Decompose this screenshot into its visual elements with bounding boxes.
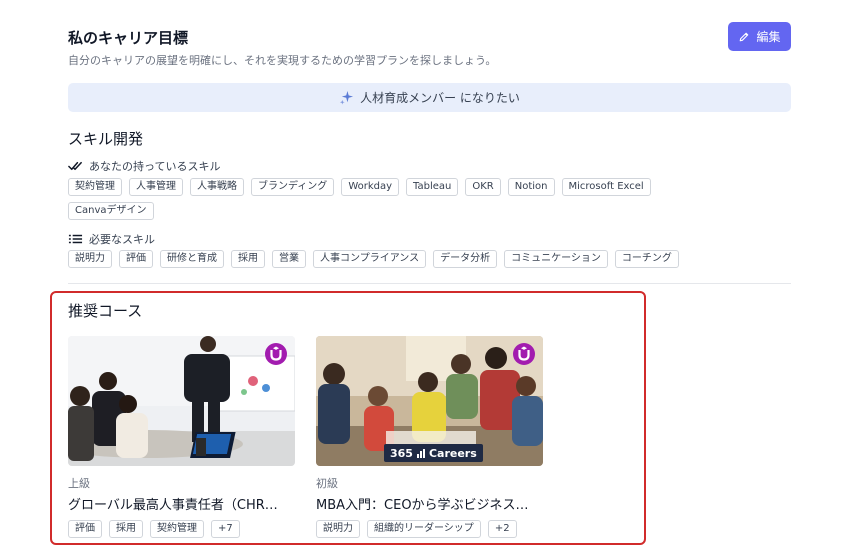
course-thumbnail xyxy=(68,336,295,466)
course-tag-chip: 組織的リーダーシップ xyxy=(367,520,481,538)
course-tag-chip: 説明力 xyxy=(316,520,360,538)
course-tag-chip: 評価 xyxy=(68,520,102,538)
page-subtitle: 自分のキャリアの展望を明確にし、それを実現するための学習プランを探しましょう。 xyxy=(68,54,497,67)
skill-chip: 採用 xyxy=(231,250,265,268)
owned-skills-heading: あなたの持っているスキル xyxy=(68,158,220,174)
course-name[interactable]: グローバル最高人事責任者（CHR… xyxy=(68,494,295,513)
career-goal-banner[interactable]: 人材育成メンバー になりたい xyxy=(68,83,791,112)
pencil-icon xyxy=(740,32,749,41)
skill-chip: 契約管理 xyxy=(68,178,122,196)
list-icon xyxy=(68,234,83,244)
sparkle-icon xyxy=(340,90,354,105)
course-card[interactable]: 上級 グローバル最高人事責任者（CHR… 評価 採用 契約管理 +7 xyxy=(68,336,295,538)
course-tags: 説明力 組織的リーダーシップ +2 xyxy=(316,520,543,538)
skill-chip: ブランディング xyxy=(251,178,335,196)
u-logo-icon xyxy=(513,343,535,365)
double-check-icon xyxy=(68,161,82,171)
skill-chip: 営業 xyxy=(272,250,306,268)
365-careers-logo: 365 Careers xyxy=(384,444,483,462)
u-logo-icon xyxy=(265,343,287,365)
course-image xyxy=(68,336,295,466)
course-card[interactable]: 365 Careers 初級 MBA入門：CEOから学ぶビジネス… 説明力 組織的… xyxy=(316,336,543,538)
skill-chip: 人事管理 xyxy=(129,178,183,196)
skill-chip: 説明力 xyxy=(68,250,112,268)
skill-chip: 人事戦略 xyxy=(190,178,244,196)
edit-button[interactable]: 編集 xyxy=(728,22,791,51)
skill-chip: OKR xyxy=(465,178,501,196)
skill-chip: Canvaデザイン xyxy=(68,202,154,220)
owned-skills-list: 契約管理 人事管理 人事戦略 ブランディング Workday Tableau OKR Noti… xyxy=(68,178,708,220)
needed-skills-list: 説明力 評価 研修と育成 採用 営業 人事コンプライアンス データ分析 コミュニケーション コー… xyxy=(68,250,788,268)
skill-chip: 評価 xyxy=(119,250,153,268)
career-goal-text: 人材育成メンバー になりたい xyxy=(360,91,520,105)
needed-skills-heading: 必要なスキル xyxy=(68,231,155,247)
course-level: 初級 xyxy=(316,477,338,490)
skill-chip: Notion xyxy=(507,178,555,196)
course-tags: 評価 採用 契約管理 +7 xyxy=(68,520,295,538)
skill-chip: コミュニケーション xyxy=(504,250,608,268)
skill-chip: Microsoft Excel xyxy=(561,178,651,196)
skill-chip: コーチング xyxy=(614,250,679,268)
page-title: 私のキャリア目標 xyxy=(68,29,189,47)
edit-label: 編集 xyxy=(756,30,781,44)
needed-skills-label: 必要なスキル xyxy=(89,233,155,246)
skills-section-title: スキル開発 xyxy=(68,130,144,148)
owned-skills-label: あなたの持っているスキル xyxy=(89,160,221,173)
course-name[interactable]: MBA入門：CEOから学ぶビジネス… xyxy=(316,494,543,513)
course-tag-chip: 採用 xyxy=(109,520,143,538)
course-thumbnail: 365 Careers xyxy=(316,336,543,466)
section-divider xyxy=(68,283,791,284)
logo-brand: Careers xyxy=(428,446,477,460)
skill-chip: 人事コンプライアンス xyxy=(313,250,427,268)
skill-chip: 研修と育成 xyxy=(160,250,224,268)
logo-number: 365 xyxy=(390,446,413,460)
skill-chip: Workday xyxy=(341,178,400,196)
bars-icon xyxy=(416,448,425,458)
course-level: 上級 xyxy=(68,477,90,490)
recommended-section-title: 推奨コース xyxy=(68,302,143,320)
skill-chip: データ分析 xyxy=(433,250,498,268)
course-tag-chip: +7 xyxy=(211,520,240,538)
skill-chip: Tableau xyxy=(406,178,459,196)
course-tag-chip: 契約管理 xyxy=(150,520,204,538)
course-tag-chip: +2 xyxy=(487,520,517,538)
